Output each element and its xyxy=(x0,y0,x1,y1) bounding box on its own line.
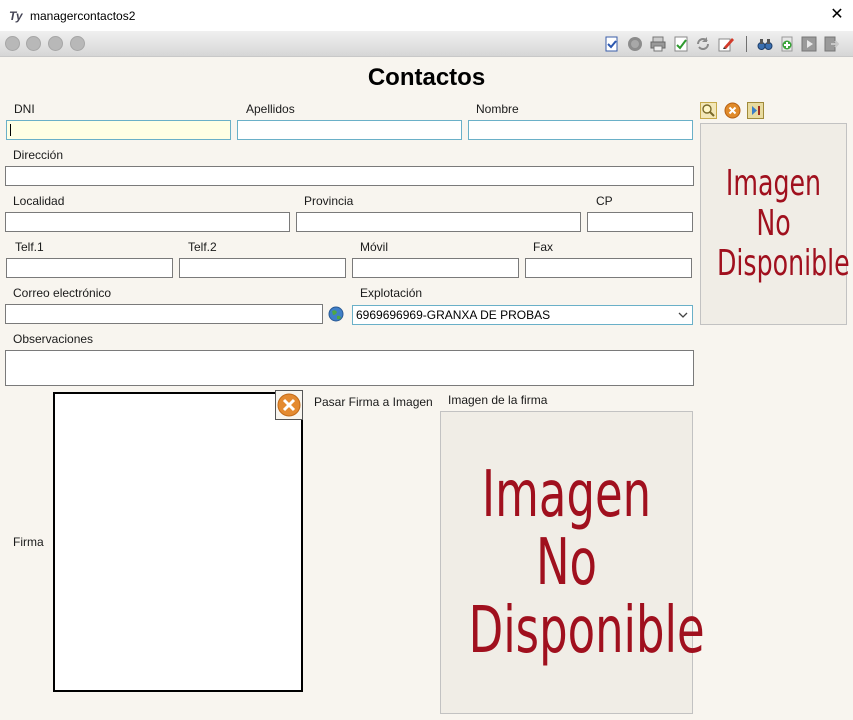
fax-field[interactable] xyxy=(525,258,692,278)
dni-label: DNI xyxy=(14,102,35,116)
delete-image-icon[interactable] xyxy=(724,102,741,119)
app-icon: Ty xyxy=(9,9,23,23)
apellidos-label: Apellidos xyxy=(246,102,295,116)
cp-field[interactable] xyxy=(587,212,693,232)
window-title: managercontactos2 xyxy=(30,9,136,23)
print-icon[interactable] xyxy=(650,36,666,52)
nombre-label: Nombre xyxy=(476,102,519,116)
exit-icon[interactable] xyxy=(823,36,840,52)
correo-label: Correo electrónico xyxy=(13,286,112,300)
fax-label: Fax xyxy=(533,240,554,254)
direccion-field[interactable] xyxy=(5,166,694,186)
telf1-field[interactable] xyxy=(6,258,173,278)
movil-label: Móvil xyxy=(360,240,389,254)
globe-icon[interactable] xyxy=(328,306,344,322)
validate-icon[interactable] xyxy=(604,36,620,52)
firma-label: Firma xyxy=(13,535,44,549)
next-record-button[interactable] xyxy=(48,36,63,51)
pasar-firma-label[interactable]: Pasar Firma a Imagen xyxy=(314,395,433,409)
explotacion-select[interactable]: 6969696969-GRANXA DE PROBAS xyxy=(352,305,693,325)
direccion-label: Dirección xyxy=(13,148,64,162)
edit-icon[interactable] xyxy=(718,36,734,52)
checklist-icon[interactable] xyxy=(673,36,689,52)
search-image-icon[interactable] xyxy=(700,102,717,119)
new-record-icon[interactable] xyxy=(779,36,795,52)
imagen-firma-label: Imagen de la firma xyxy=(448,393,548,407)
correo-field[interactable] xyxy=(5,304,323,324)
toolbar-separator xyxy=(746,36,747,52)
telf2-field[interactable] xyxy=(179,258,346,278)
contact-photo-placeholder[interactable]: Imagen No Disponible xyxy=(700,123,850,325)
play-icon[interactable] xyxy=(801,36,817,52)
apellidos-field[interactable] xyxy=(237,120,462,140)
observaciones-label: Observaciones xyxy=(13,332,94,346)
chevron-down-icon[interactable] xyxy=(674,306,692,324)
explotacion-label: Explotación xyxy=(360,286,423,300)
close-button[interactable]: ✕ xyxy=(826,3,848,27)
circle-icon[interactable] xyxy=(627,36,643,52)
movil-field[interactable] xyxy=(352,258,519,278)
telf1-label: Telf.1 xyxy=(15,240,44,254)
first-record-button[interactable] xyxy=(5,36,20,51)
export-image-icon[interactable] xyxy=(747,102,764,119)
last-record-button[interactable] xyxy=(70,36,85,51)
refresh-icon[interactable] xyxy=(695,36,711,52)
telf2-label: Telf.2 xyxy=(188,240,217,254)
provincia-label: Provincia xyxy=(304,194,354,208)
form-title: Contactos xyxy=(367,64,486,91)
previous-record-button[interactable] xyxy=(26,36,41,51)
cp-label: CP xyxy=(596,194,613,208)
explotacion-selected-value: 6969696969-GRANXA DE PROBAS xyxy=(356,308,551,322)
localidad-label: Localidad xyxy=(13,194,65,208)
binoculars-icon[interactable] xyxy=(757,36,773,52)
provincia-field[interactable] xyxy=(296,212,581,232)
signature-canvas[interactable] xyxy=(53,392,303,692)
observaciones-field[interactable] xyxy=(5,350,694,386)
signature-image-placeholder[interactable]: Imagen No Disponible xyxy=(440,411,705,714)
nombre-field[interactable] xyxy=(468,120,693,140)
clear-signature-button[interactable] xyxy=(275,390,303,420)
dni-field[interactable] xyxy=(6,120,231,140)
localidad-field[interactable] xyxy=(5,212,290,232)
text-caret xyxy=(10,124,11,136)
